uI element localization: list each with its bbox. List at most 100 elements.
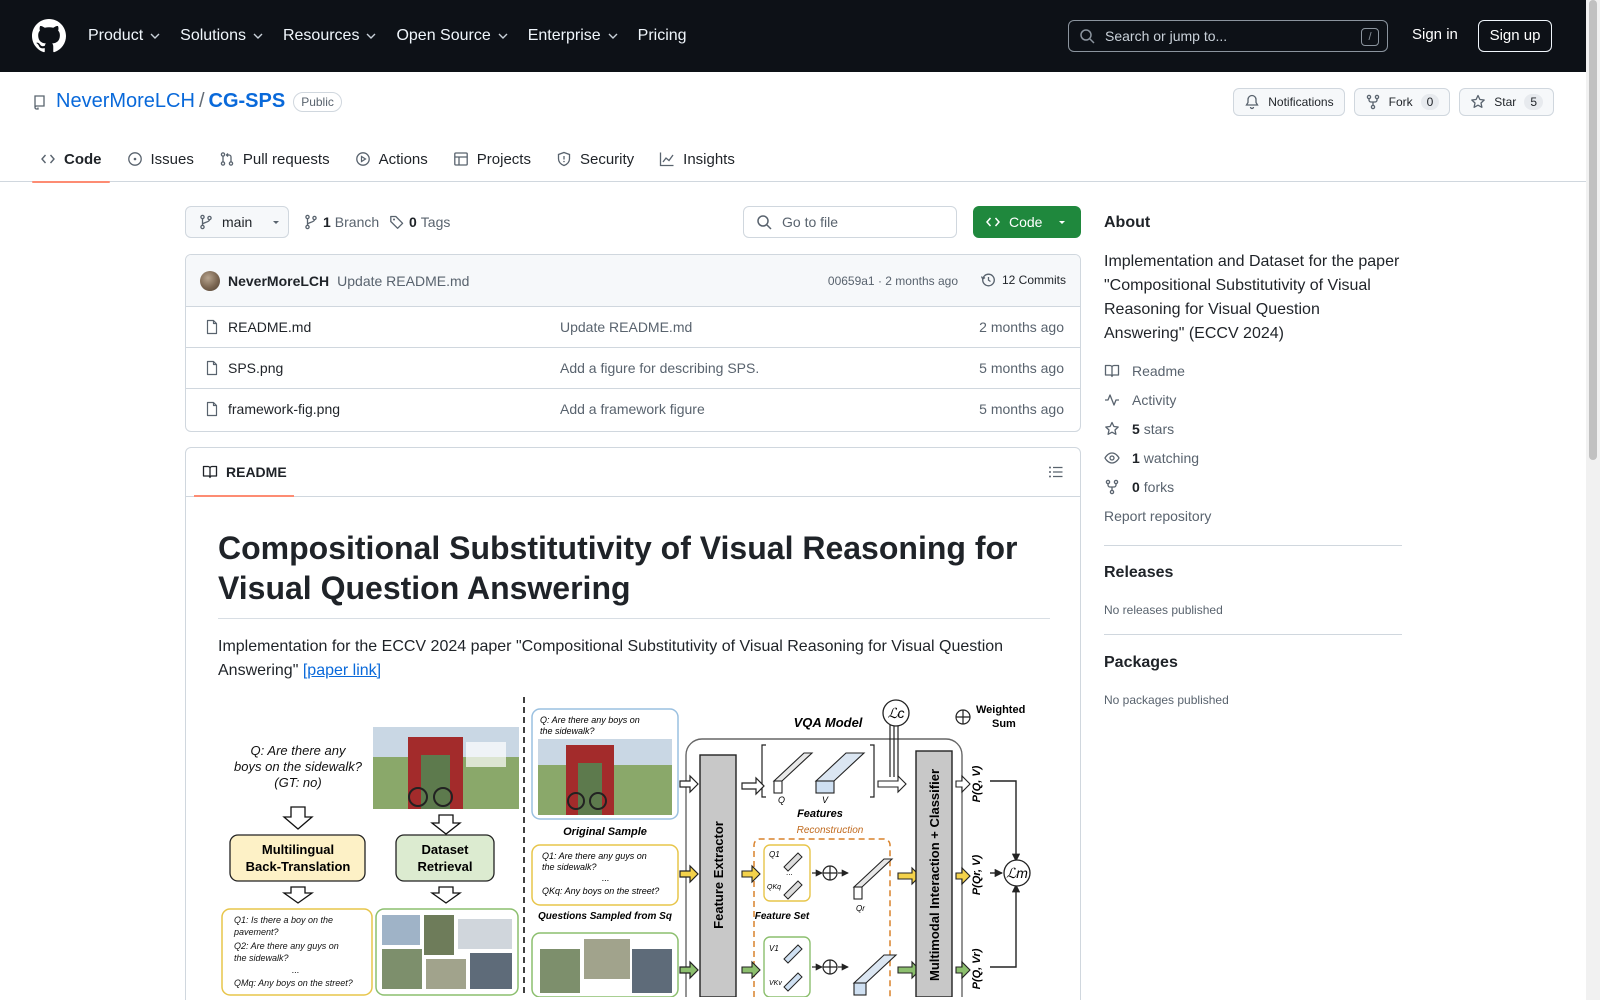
table-row: README.md Update README.md 2 months ago [186,307,1080,348]
forks-link[interactable]: 0 forks [1104,479,1174,495]
weighted-sum-legend-1: Weighted [976,704,1025,716]
tab-security[interactable]: Security [548,136,642,182]
page-scrollbar[interactable] [1586,0,1600,1000]
avatar[interactable] [200,270,220,291]
commit-meta[interactable]: 00659a1 · 2 months ago [828,274,958,288]
releases-heading[interactable]: Releases [1104,564,1173,582]
search-icon [1080,29,1095,44]
framework-figure: Q: Are there any boys on the sidewalk? (… [221,697,1031,997]
go-to-file-input[interactable]: Go to file [743,206,957,238]
readme-tab[interactable]: README [202,464,287,480]
sign-in-link[interactable]: Sign in [1412,26,1458,43]
readme-tab-underline [194,495,294,497]
nav-pricing[interactable]: Pricing [638,27,687,45]
tab-actions-label: Actions [378,150,428,168]
nav-open-source-label: Open Source [396,27,491,44]
svg-text:...: ... [602,873,610,883]
tab-issues-label: Issues [150,150,194,168]
file-commit-message-link[interactable]: Add a framework figure [560,401,705,417]
tab-projects[interactable]: Projects [445,136,539,182]
play-icon [355,152,370,166]
branches-link[interactable]: 1 Branch [303,214,379,230]
pull-request-icon [220,152,234,166]
search-icon [757,215,772,230]
file-icon [206,401,218,417]
feature-q1-label: Q1 [769,850,780,859]
file-commit-message-link[interactable]: Update README.md [560,319,692,335]
tab-pull-requests[interactable]: Pull requests [211,136,338,182]
list-unordered-icon[interactable] [1048,464,1064,480]
stars-link[interactable]: 5 stars [1104,421,1174,437]
about-heading: About [1104,214,1151,231]
photo-gate [373,727,519,809]
tab-code[interactable]: Code [32,136,110,183]
repo-title: NeverMoreLCH / CG-SPS Public [32,90,342,113]
star-button[interactable]: Star 5 [1459,88,1554,116]
repo-owner-link[interactable]: NeverMoreLCH [56,90,195,113]
dr-label-2: Retrieval [418,859,473,874]
nav-product[interactable]: Product [88,27,161,45]
main-loss-label: ℒm [1006,865,1028,881]
nav-open-source[interactable]: Open Source [396,27,508,45]
commit-author-link[interactable]: NeverMoreLCH [228,273,329,289]
file-commit-date: 5 months ago [979,360,1064,376]
readme-link[interactable]: Readme [1104,363,1185,379]
file-name-link[interactable]: README.md [228,319,311,335]
search-placeholder: Search or jump to... [1105,28,1228,44]
fork-button[interactable]: Fork 0 [1353,88,1451,116]
packages-empty-text: No packages published [1104,693,1229,707]
pulse-icon [1105,394,1119,406]
commit-message-link[interactable]: Update README.md [337,273,469,289]
nav-solutions[interactable]: Solutions [180,27,264,45]
file-commit-date: 5 months ago [979,401,1064,417]
readme-intro: Implementation for the ECCV 2024 paper "… [218,635,1050,683]
star-count: 5 [1524,94,1543,110]
features-group: Q V Features [761,744,875,820]
tags-link[interactable]: 0 Tags [389,214,450,230]
chevron-down-icon [498,33,508,39]
tab-insights-label: Insights [683,150,735,168]
stars-count: 5 [1132,421,1140,437]
tab-actions[interactable]: Actions [347,136,436,182]
commits-link[interactable]: 12 Commits [980,272,1066,288]
activity-link[interactable]: Activity [1104,392,1176,408]
table-icon [453,152,468,166]
tab-issues[interactable]: Issues [119,136,202,182]
down-arrows-row-2 [281,886,463,904]
table-row: framework-fig.png Add a framework figure… [186,389,1080,430]
nav-resources[interactable]: Resources [283,27,377,45]
chevron-down-icon [366,33,376,39]
star-label: Star [1494,95,1517,109]
report-repository-link[interactable]: Report repository [1104,508,1211,524]
global-search-input[interactable]: Search or jump to... / [1068,20,1388,52]
watching-count: 1 [1132,450,1140,466]
notifications-button[interactable]: Notifications [1233,88,1345,116]
nav-solutions-label: Solutions [180,27,246,44]
down-arrows-row-1 [282,806,462,835]
svg-text:Q2: Are there any guys on: Q2: Are there any guys on [234,941,339,951]
repo-name-link[interactable]: CG-SPS [209,90,286,113]
scrollbar-thumb[interactable] [1589,0,1597,460]
github-logo-icon[interactable] [32,19,66,53]
nav-enterprise[interactable]: Enterprise [528,27,619,45]
sign-up-button[interactable]: Sign up [1478,20,1552,52]
paper-link[interactable]: [paper link] [303,662,381,679]
chevron-down-icon [150,33,160,39]
code-dropdown-button[interactable]: Code [973,206,1081,238]
readme-panel: README Compositional Substitutivity of V… [185,447,1081,1000]
tab-insights[interactable]: Insights [651,136,743,182]
packages-heading[interactable]: Packages [1104,654,1178,672]
file-name-link[interactable]: SPS.png [228,360,283,376]
readme-divider [218,618,1050,619]
original-question-line-1: Q: Are there any boys on [540,715,640,725]
original-sample-label: Original Sample [563,826,647,838]
fork-count: 0 [1420,94,1440,110]
question-text: Q: Are there any boys on the sidewalk? (… [234,743,363,790]
file-commit-message-link[interactable]: Add a figure for describing SPS. [560,360,759,376]
nav-pricing-label: Pricing [637,27,687,44]
file-name-link[interactable]: framework-fig.png [228,401,340,417]
branch-select-button[interactable]: main [185,206,289,238]
watching-link[interactable]: 1 watching [1104,450,1199,466]
file-icon [206,360,218,376]
contrastive-loss-label: ℒc [887,705,904,721]
